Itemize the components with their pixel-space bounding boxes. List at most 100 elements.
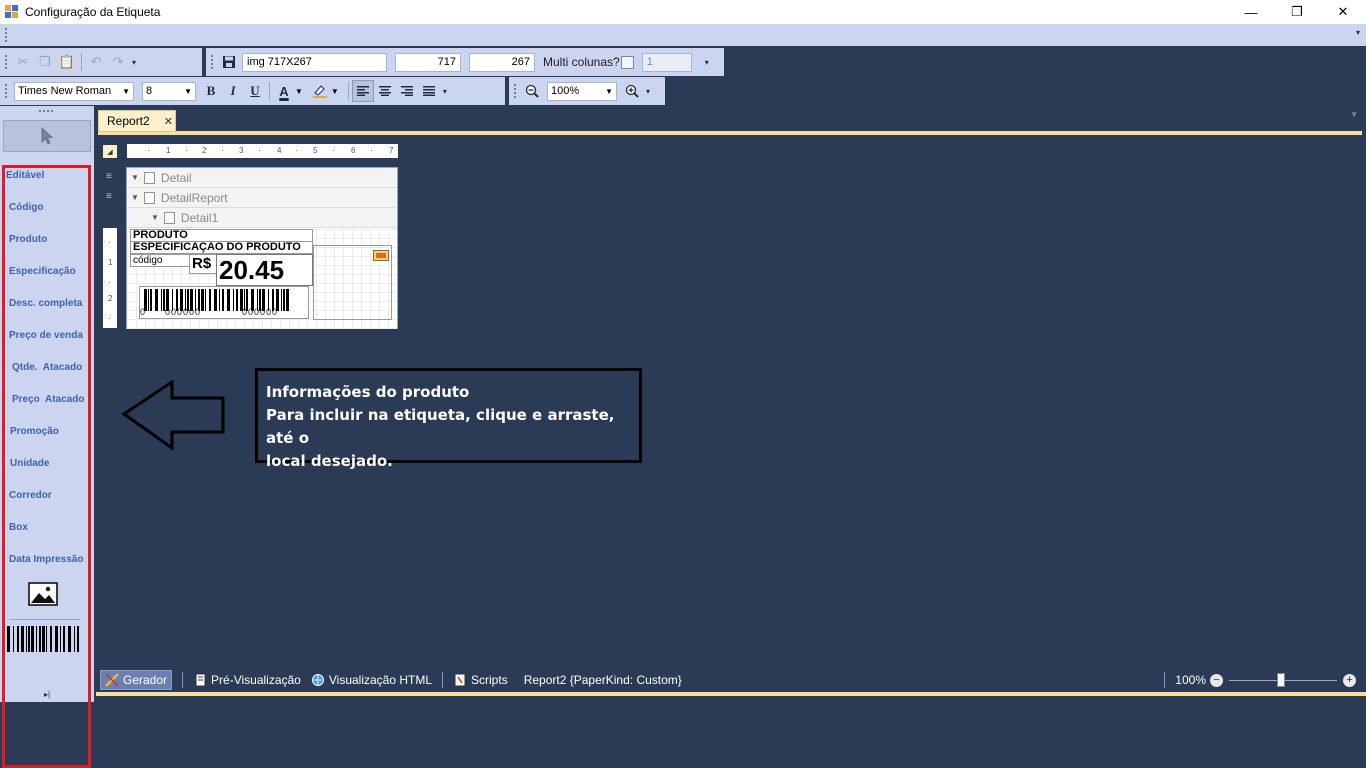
barcode-bar (77, 626, 79, 652)
barcode-bar (36, 626, 37, 652)
field-especificacao[interactable]: ESPECIFICAÇÃO DO PRODUTO (130, 241, 313, 254)
underline-button[interactable]: U (244, 80, 266, 102)
label-name-input[interactable]: img 717X267 (242, 52, 387, 72)
barcode-bar (148, 289, 149, 311)
field-codigo[interactable]: código (130, 254, 190, 267)
tab-gerador[interactable]: Gerador (100, 670, 173, 690)
bold-button[interactable]: B (200, 80, 222, 102)
align-center-icon[interactable] (374, 80, 396, 102)
italic-button[interactable]: I (222, 80, 244, 102)
chevron-down-icon[interactable]: ▼ (331, 87, 339, 96)
tab-pre-visualizacao[interactable]: Pré-Visualização (193, 673, 301, 687)
collapse-triangle-icon[interactable]: ▼ (151, 213, 159, 222)
tool-desc-completa[interactable]: Desc. completa (9, 298, 82, 309)
image-icon[interactable] (28, 582, 58, 606)
minimize-button[interactable]: — (1228, 0, 1274, 24)
panel-grip[interactable] (38, 109, 54, 113)
multi-columns-checkbox[interactable] (620, 55, 634, 69)
font-color-button[interactable]: A (273, 80, 295, 102)
menu-grip[interactable] (4, 27, 8, 43)
tool-produto[interactable]: Produto (9, 234, 47, 245)
toolbar-grip[interactable] (4, 54, 8, 70)
align-justify-icon[interactable] (418, 80, 440, 102)
field-price[interactable]: 20.45 (216, 254, 313, 286)
restore-button[interactable]: ❐ (1274, 0, 1320, 24)
cut-icon[interactable]: ✂ (12, 51, 34, 73)
field-currency[interactable]: R$ (189, 254, 217, 274)
toolbar-grip[interactable] (210, 54, 214, 70)
tab-list-chevron-icon[interactable]: ▼ (1350, 110, 1358, 119)
zoom-select[interactable]: 100% ▼ (547, 81, 617, 101)
ruler-corner-icon[interactable]: ◢ (103, 145, 117, 158)
designer-statusbar: Gerador Pré-Visualização Visualização HT… (96, 668, 1366, 692)
horizontal-ruler: · 1 · 2 · 3 · 4 · 5 · 6 · 7 (127, 144, 398, 158)
tool-corredor[interactable]: Corredor (9, 490, 52, 501)
toolbar-grip[interactable] (4, 83, 8, 99)
tool-preco-venda[interactable]: Preço de venda (9, 330, 83, 341)
font-family-select[interactable]: Times New Roman ▼ (14, 81, 134, 101)
band-handle-icon[interactable]: ≡ (106, 171, 112, 182)
tool-data-impressao[interactable]: Data Impressão (9, 554, 83, 565)
preview-icon (193, 673, 207, 687)
ruler-tick: 3 (239, 146, 244, 155)
zoom-out-button[interactable]: − (1210, 673, 1223, 687)
zoom-slider[interactable] (1229, 672, 1337, 687)
tab-label: Gerador (123, 673, 168, 687)
save-icon[interactable] (218, 51, 240, 73)
tab-close-icon[interactable]: ✕ (164, 115, 173, 128)
label-canvas[interactable]: PRODUTO ESPECIFICAÇÃO DO PRODUTO código … (127, 229, 397, 329)
zoom-in-button[interactable]: + (1343, 673, 1356, 687)
tab-scripts[interactable]: Scripts (453, 673, 508, 687)
barcode-icon[interactable] (6, 626, 82, 652)
height-input[interactable]: 267 (469, 52, 535, 72)
redo-icon[interactable]: ↷ (107, 51, 129, 73)
toolbar-grip[interactable] (513, 83, 517, 99)
barcode-bar (28, 626, 30, 652)
toolbar-overflow-icon[interactable]: ▾ (440, 87, 450, 96)
copy-icon[interactable]: ❐ (34, 51, 56, 73)
toolbar-overflow-icon[interactable]: ▾ (643, 87, 653, 96)
menu-overflow-icon[interactable]: ▾ (1356, 28, 1360, 37)
columns-input[interactable]: 1 (641, 52, 692, 72)
tab-report2[interactable]: Report2 ✕ (98, 110, 176, 132)
toolbar-separator (81, 53, 82, 71)
tool-especificacao[interactable]: Especificação (9, 266, 76, 277)
tool-promocao[interactable]: Promoção (10, 426, 59, 437)
font-size-select[interactable]: 8 ▼ (142, 81, 196, 101)
width-input[interactable]: 717 (395, 52, 461, 72)
toolbar-overflow-icon[interactable]: ▾ (129, 58, 139, 67)
collapse-triangle-icon[interactable]: ▼ (131, 193, 139, 202)
close-button[interactable]: ✕ (1320, 0, 1366, 24)
band-detail1[interactable]: ▼ Detail1 (127, 208, 397, 228)
highlight-color-icon[interactable] (309, 80, 331, 102)
tool-box[interactable]: Box (9, 522, 28, 533)
align-right-icon[interactable] (396, 80, 418, 102)
toolbar-overflow-icon[interactable]: ▾ (702, 58, 712, 67)
tool-codigo[interactable]: Código (9, 202, 43, 213)
collapse-triangle-icon[interactable]: ▼ (131, 173, 139, 182)
pointer-tool[interactable] (3, 120, 91, 152)
undo-icon[interactable]: ↶ (85, 51, 107, 73)
barcode-bar (219, 289, 220, 311)
chevron-down-icon[interactable]: ▼ (295, 87, 303, 96)
collapse-panel-icon[interactable]: ▸| (44, 690, 50, 699)
barcode-field[interactable]: 0 000000 000000 (139, 286, 309, 319)
tool-editavel[interactable]: Editável (6, 170, 44, 181)
tab-label: Report2 (107, 114, 150, 128)
paste-icon[interactable]: 📋 (56, 51, 78, 73)
band-detail[interactable]: ▼ Detail (127, 168, 397, 188)
band-detail-report[interactable]: ▼ DetailReport (127, 188, 397, 208)
band-handle-icon[interactable]: ≡ (106, 191, 112, 202)
tab-visualizacao-html[interactable]: Visualização HTML (311, 673, 432, 687)
barcode-bar (155, 289, 158, 311)
zoom-slider-thumb[interactable] (1277, 672, 1285, 687)
zoom-level: 100% (1175, 673, 1206, 687)
band-icon (163, 211, 175, 224)
zoom-out-icon[interactable] (521, 80, 543, 102)
zoom-in-icon[interactable] (621, 80, 643, 102)
barcode-bar (46, 626, 47, 652)
align-left-icon[interactable] (351, 80, 374, 102)
tool-qtde-atacado[interactable]: Qtde. Atacado (12, 362, 82, 373)
tool-preco-atacado[interactable]: Preço Atacado (12, 394, 84, 405)
tool-unidade[interactable]: Unidade (10, 458, 49, 469)
